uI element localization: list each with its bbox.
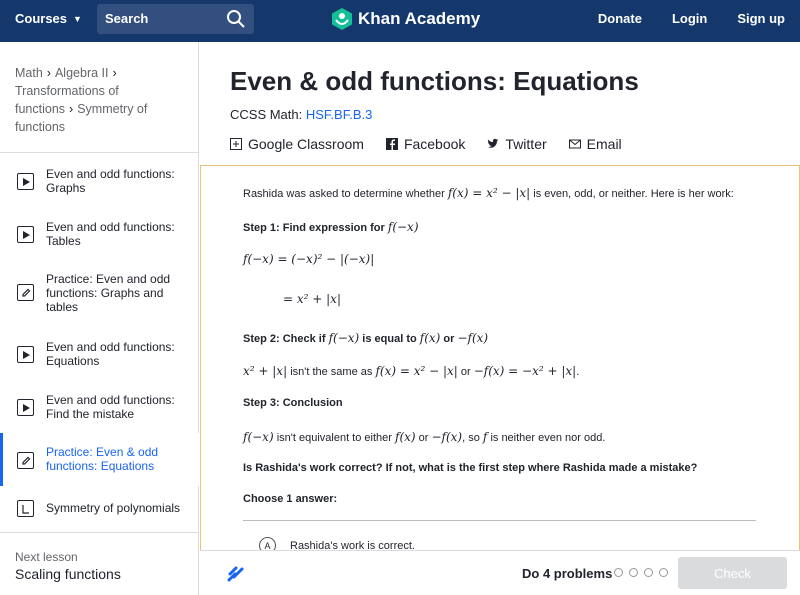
search-icon[interactable] <box>226 9 246 29</box>
play-icon <box>17 173 34 190</box>
check-button[interactable]: Check <box>678 557 787 589</box>
problem-intro: Rashida was asked to determine whether f… <box>243 186 734 200</box>
sidebar-item-practice-equations[interactable]: Practice: Even & odd functions: Equation… <box>0 433 199 486</box>
choose-instruction: Choose 1 answer: <box>243 493 338 505</box>
do-problems-label: Do 4 problems <box>522 566 613 581</box>
facebook-icon <box>385 138 398 150</box>
google-classroom-button[interactable]: Google Classroom <box>230 136 364 152</box>
twitter-label: Twitter <box>505 136 547 152</box>
step-1-heading: Step 1: Find expression for f(−x) <box>243 220 419 234</box>
search-box[interactable]: Search <box>97 4 254 34</box>
divider <box>0 152 199 153</box>
chevron-down-icon: ▼ <box>73 13 82 24</box>
sidebar-item-label: Even and odd functions: Find the mistake <box>46 393 175 421</box>
donate-link[interactable]: Donate <box>598 11 642 26</box>
step-2-heading: Step 2: Check if f(−x) is equal to f(x) … <box>243 331 489 345</box>
pencil-icon <box>17 284 34 301</box>
page-title: Even & odd functions: Equations <box>230 66 639 96</box>
sidebar-item-label: Practice: Even & odd functions: Equation… <box>46 445 159 473</box>
top-nav-bar: Courses ▼ Search Khan Academy Donate Log… <box>0 0 800 42</box>
sidebar-item-label: Even and odd functions: Tables <box>46 220 175 248</box>
divider <box>243 520 756 521</box>
breadcrumb-algebra[interactable]: Algebra II <box>55 66 109 80</box>
next-lesson-link[interactable]: Scaling functions <box>15 566 121 582</box>
next-lesson-label: Next lesson <box>15 550 78 564</box>
logo-text: Khan Academy <box>358 9 481 28</box>
classroom-label: Google Classroom <box>248 136 364 152</box>
share-bar: Google Classroom Facebook Twitter Email <box>230 136 622 152</box>
ccss-standard: CCSS Math: HSF.BF.B.3 <box>230 107 372 122</box>
sidebar-item-label: Even and odd functions: Graphs <box>46 167 175 195</box>
progress-dot <box>659 568 668 577</box>
progress-dot <box>629 568 638 577</box>
article-icon <box>17 500 34 517</box>
progress-dots <box>614 568 668 577</box>
step-1-work-line2: = x² + |x| <box>283 292 341 306</box>
sidebar-item-label: Symmetry of polynomials <box>46 501 181 515</box>
progress-dot <box>614 568 623 577</box>
question-prompt: Is Rashida's work correct? If not, what … <box>243 462 698 474</box>
sidebar-item-practice-graphs-tables[interactable]: Practice: Even and odd functions: Graphs… <box>0 260 199 327</box>
step-3-work: f(−x) isn't equivalent to either f(x) or… <box>243 430 606 444</box>
email-button[interactable]: Email <box>568 136 622 152</box>
logo-hexagon-icon <box>332 8 352 30</box>
sidebar-item-symmetry-polynomials[interactable]: Symmetry of polynomials <box>0 486 199 531</box>
exercise-footer: Do 4 problems Check <box>200 550 800 595</box>
facebook-label: Facebook <box>403 136 466 152</box>
play-icon <box>17 399 34 416</box>
signup-link[interactable]: Sign up <box>737 11 785 26</box>
scratchpad-icon[interactable] <box>226 563 246 583</box>
pencil-icon <box>17 452 34 469</box>
sidebar-item-equations[interactable]: Even and odd functions: Equations <box>0 327 199 380</box>
divider <box>0 532 199 533</box>
khan-academy-logo[interactable]: Khan Academy <box>332 8 480 30</box>
step-3-heading: Step 3: Conclusion <box>243 397 343 409</box>
twitter-button[interactable]: Twitter <box>487 136 547 152</box>
login-link[interactable]: Login <box>672 11 707 26</box>
search-label: Search <box>105 11 149 26</box>
choice-a-label: Rashida's work is correct. <box>290 539 415 551</box>
step-1-work-line1: f(−x) = (−x)² − |(−x)| <box>243 252 375 266</box>
email-label: Email <box>586 136 622 152</box>
breadcrumb: Math › Algebra II › Transformations of func… <box>15 66 148 134</box>
courses-menu[interactable]: Courses ▼ <box>15 11 82 26</box>
play-icon <box>17 226 34 243</box>
step-2-work: x² + |x| isn't the same as f(x) = x² − |… <box>243 364 580 378</box>
answer-choice-a[interactable]: A Rashida's work is correct. <box>259 537 415 550</box>
classroom-icon <box>230 138 242 150</box>
ccss-link[interactable]: HSF.BF.B.3 <box>306 107 372 122</box>
exercise-panel: Rashida was asked to determine whether f… <box>200 165 800 550</box>
sidebar-item-find-mistake[interactable]: Even and odd functions: Find the mistake <box>0 380 199 433</box>
active-indicator <box>0 433 3 486</box>
sidebar-item-tables[interactable]: Even and odd functions: Tables <box>0 207 199 260</box>
courses-label: Courses <box>15 11 68 26</box>
email-icon <box>568 139 581 149</box>
sidebar-item-label: Even and odd functions: Equations <box>46 340 175 368</box>
choice-a-radio[interactable]: A <box>259 537 276 550</box>
sidebar-item-graphs[interactable]: Even and odd functions: Graphs <box>0 154 199 207</box>
twitter-icon <box>488 138 499 148</box>
breadcrumb-math[interactable]: Math <box>15 66 43 80</box>
progress-dot <box>644 568 653 577</box>
facebook-button[interactable]: Facebook <box>385 136 466 152</box>
sidebar: Math › Algebra II › Transformations of func… <box>0 42 199 595</box>
play-icon <box>17 346 34 363</box>
lesson-list: Even and odd functions: Graphs Even and … <box>0 154 199 531</box>
sidebar-item-label: Practice: Even and odd functions: Graphs… <box>46 272 171 314</box>
ccss-label: CCSS Math: <box>230 107 303 122</box>
